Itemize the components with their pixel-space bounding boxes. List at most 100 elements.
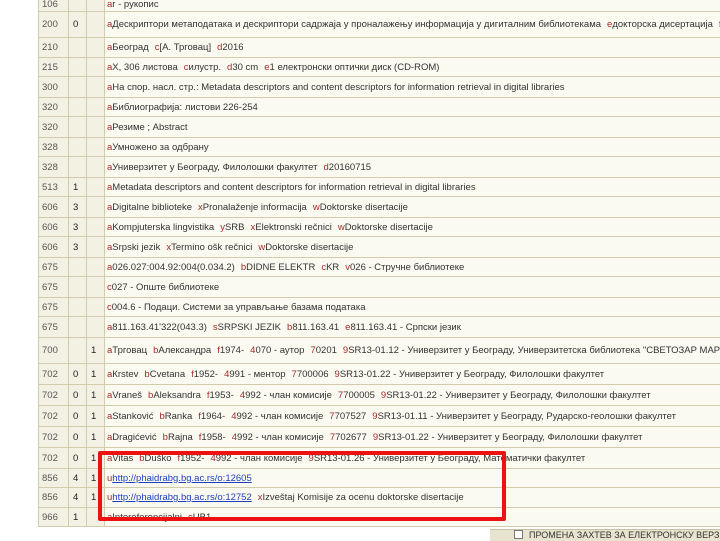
subfield: f1974- [217,345,250,356]
subfield: bRajna [163,432,199,443]
field-value: aБиблиографија: листови 226-254 [105,98,720,117]
field-value: a026.027:004.92:004(0.034.2)bDIDNE ELEKT… [105,258,720,277]
indicator-1 [69,138,87,157]
subfield: ySRB [220,222,250,233]
field-tag: 606 [39,218,69,237]
indicator-1: 0 [69,406,87,427]
subfield: aБеоград [107,42,155,53]
field-value: aSrpski jezikxTermino ošk rečniciwDoktor… [105,237,720,258]
subfield: e811.163.41 - Српски језик [345,322,467,333]
subfield: aБиблиографија: листови 226-254 [107,102,264,113]
indicator-1: 0 [69,12,87,38]
subfield: cилустр. [184,62,227,73]
indicator-1: 3 [69,237,87,258]
subfield-value: 811.163.41 [292,322,339,333]
subfield-code: s [213,322,218,333]
indicator-1: 0 [69,448,87,469]
subfield-value: На спор. насл. стр.: Metadata descriptor… [112,82,564,93]
subfield-value: Doktorske disertacije [345,222,433,233]
subfield-value: Doktorske disertacije [265,242,353,253]
subfield-value: SRB [225,222,245,233]
indicator-2 [87,317,105,338]
field-tag: 215 [39,58,69,77]
field-tag: 702 [39,448,69,469]
indicator-1 [69,298,87,317]
subfield: bAleksandra [148,390,207,401]
bottom-bar: ПРОМЕНА ЗАХТЕВ ЗА ЕЛЕКТРОНСКУ ВЕРЗИЈУ ДИ… [490,529,720,541]
indicator-1: 0 [69,364,87,385]
subfield-value: 1 електронски оптички диск (CD-ROM) [270,62,440,73]
subfield: wDoktorske disertacije [338,222,439,233]
marc-field-row: 328aУмножено за одбрану [39,138,720,157]
subfield-value: 2016 [222,42,243,53]
subfield-value: 811.163.41'322(043.3) [112,322,207,333]
subfield-value: Библиографија: листови 226-254 [112,102,258,113]
marc-field-row: 70201aVranešbAleksandraf1953-4992 - члан… [39,385,720,406]
indicator-1: 3 [69,218,87,237]
subfield-code: 7 [329,411,334,422]
indicator-2 [87,157,105,178]
marc-field-row: 328aУниверзитет у Београду, Филолошки фа… [39,157,720,178]
subfield-code: d [324,162,329,173]
indicator-2 [87,298,105,317]
field-tag: 702 [39,427,69,448]
subfield-value: докторска дисертација [612,19,713,30]
indicator-2 [87,138,105,157]
subfield-value: Elektronski rečnici [255,222,332,233]
marc-field-row: 6063aDigitalne bibliotekexPronalaženje i… [39,197,720,218]
subfield-value: Vraneš [112,390,142,401]
subfield-value: 992 - члан комисије [237,411,324,422]
subfield-value: Doktorske disertacije [320,202,408,213]
marc-field-row: 106ar - рукопис [39,0,720,12]
subfield-value: Београд [112,42,148,53]
subfield-value: 0201 [316,345,337,356]
subfield-value: Dragićević [112,432,156,443]
subfield-value: SR13-01.22 - Универзитет у Београду, Фил… [378,432,642,443]
marc-field-row: 675a026.027:004.92:004(0.034.2)bDIDNE EL… [39,258,720,277]
field-tag: 606 [39,197,69,218]
subfield-value: X, 306 листова [112,62,177,73]
indicator-1 [69,58,87,77]
marc-record-table: 106ar - рукопис2000aДескриптори метапода… [38,0,720,527]
subfield-value: 1964- [201,411,225,422]
subfield: 7700005 [338,390,381,401]
subfield: 7702677 [330,432,373,443]
subfield: bDIDNE ELEKTR [241,262,321,273]
subfield-value: Termino ošk rečnici [171,242,252,253]
subfield-value: Digitalne biblioteke [112,202,192,213]
subfield: wDoktorske disertacije [258,242,359,253]
indicator-1 [69,0,87,12]
subfield-value: Srpski jezik [112,242,160,253]
subfield-value: 1953- [210,390,234,401]
subfield: aKompjuterska lingvistika [107,222,220,233]
subfield-value: Cvetana [150,369,185,380]
field-tag: 675 [39,298,69,317]
subfield: bАлександра [153,345,217,356]
subfield: 4992 - члан комисије [240,390,338,401]
subfield: 4992 - члан комисије [232,432,330,443]
subfield-value: Александра [158,345,211,356]
field-value: aDigitalne bibliotekexPronalaženje infor… [105,197,720,218]
subfield-code: 7 [310,345,315,356]
subfield: xPronalaženje informacija [198,202,313,213]
indicator-2 [87,98,105,117]
subfield-code: w [313,202,320,213]
subfield-value: 991 - ментор [229,369,285,380]
subfield: 70201 [310,345,342,356]
field-tag: 513 [39,178,69,197]
subfield: aMetadata descriptors and content descri… [107,182,482,193]
subfield-value: 1958- [201,432,225,443]
indicator-2: 1 [87,338,105,364]
subfield: aНа спор. насл. стр.: Metadata descripto… [107,82,571,93]
subfield-value: Stanković [112,411,153,422]
field-value: c027 - Опште библиотеке [105,277,720,298]
subfield: eдокторска дисертација [607,19,719,30]
subfield-value: Дескриптори метаподатака и дескриптори с… [112,19,601,30]
bottom-bar-checkbox[interactable] [514,530,523,539]
subfield: ar - рукопис [107,0,165,10]
indicator-1 [69,277,87,298]
subfield-code: e [264,62,269,73]
field-value: aКrstevbCvetanaf1952-4991 - ментор770000… [105,364,720,385]
field-tag: 300 [39,77,69,98]
subfield: cKR [321,262,345,273]
